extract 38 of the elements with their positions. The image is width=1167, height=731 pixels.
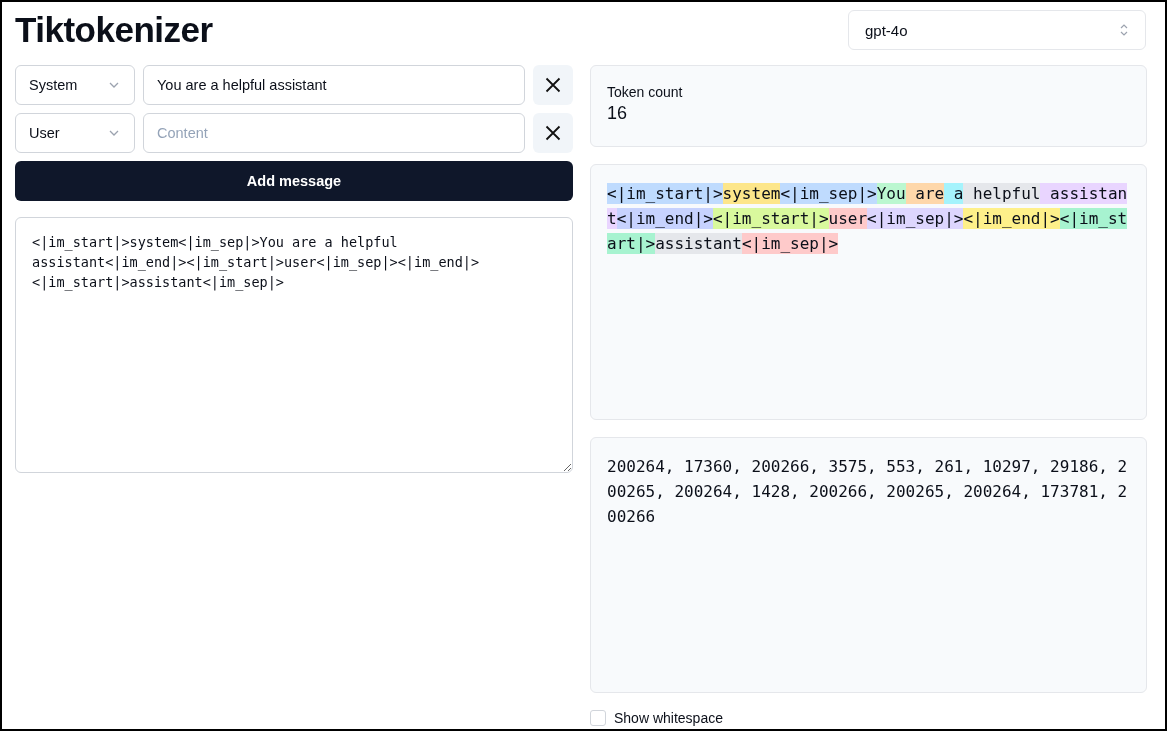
chevron-down-icon — [108, 129, 120, 137]
message-content-field[interactable]: You are a helpful assistant — [143, 65, 525, 105]
token-count-label: Token count — [607, 84, 684, 100]
token-highlight: <|im_start|> — [607, 183, 723, 204]
remove-message-button[interactable] — [533, 113, 573, 153]
token-highlight: assistan — [1040, 183, 1128, 204]
app-title: Tiktokenizer — [15, 10, 213, 50]
token-highlight: helpful — [963, 183, 1041, 204]
up-down-chevron-icon — [1119, 23, 1129, 37]
token-highlight: <|im_end|> — [616, 208, 713, 229]
token-highlight: are — [905, 183, 945, 204]
token-highlight: t — [607, 208, 617, 229]
chevron-down-icon — [108, 81, 120, 89]
token-highlight: assistant — [655, 233, 742, 254]
token-highlight: system — [722, 183, 781, 204]
token-highlight: <|im_sep|> — [867, 208, 964, 229]
token-highlight: <|im_start|> — [712, 208, 829, 229]
role-select[interactable]: System — [15, 65, 135, 105]
token-highlight: <|im_st — [1059, 208, 1128, 229]
model-select[interactable]: gpt-4o — [848, 10, 1146, 50]
token-count-value: 16 — [607, 103, 629, 124]
token-highlight: <|im_sep|> — [741, 233, 839, 254]
token-highlight: user — [828, 208, 868, 229]
remove-message-button[interactable] — [533, 65, 573, 105]
token-highlight: You — [876, 183, 906, 204]
message-content-field[interactable]: Content — [143, 113, 525, 153]
token-highlight: a — [944, 183, 964, 204]
close-icon — [545, 125, 561, 141]
close-icon — [545, 77, 561, 93]
add-message-button[interactable]: Add message — [15, 161, 573, 201]
show-whitespace-checkbox[interactable] — [590, 710, 606, 726]
token-highlight: art|> — [607, 233, 656, 254]
prompt-text-area[interactable]: <|im_start|>system<|im_sep|>You are a helpful assistant<|im_end|><|im_start|>user<|im_sep|><|im_end|><|im_start|>assistant<|im_sep|> — [15, 217, 573, 473]
show-whitespace-label[interactable]: Show whitespace — [614, 710, 723, 726]
token-highlight: <|im_sep|> — [780, 183, 877, 204]
role-select[interactable]: User — [15, 113, 135, 153]
token-highlight: <|im_end|> — [963, 208, 1060, 229]
token-ids-text: 200264, 17360, 200266, 3575, 553, 261, 10297, 29186, 200265, 200264, 1428, 200266, 200265, 200264, 173781, 200266 — [607, 456, 1129, 528]
